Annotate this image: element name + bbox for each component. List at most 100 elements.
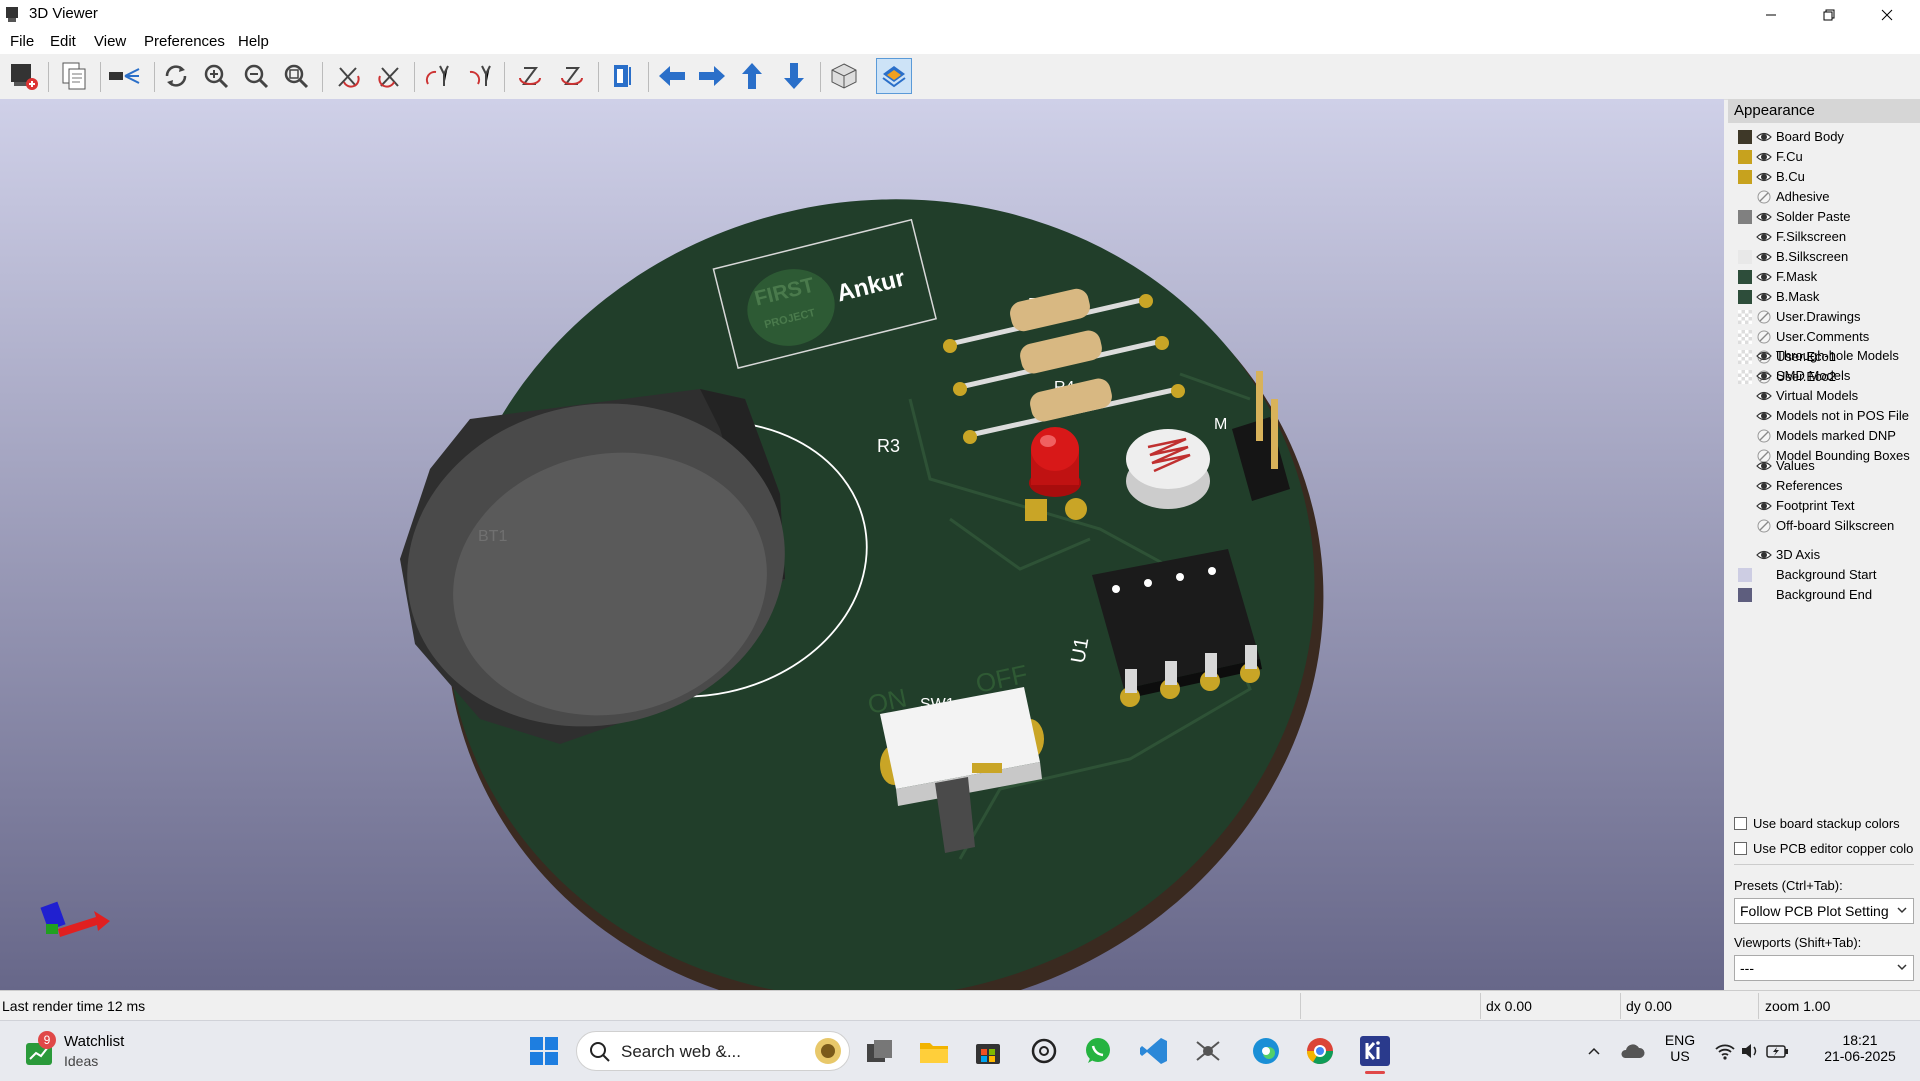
eye-hidden-icon[interactable] [1756, 329, 1772, 345]
color-swatch[interactable] [1738, 270, 1752, 284]
layer-row[interactable]: B.Silkscreen [1738, 247, 1918, 266]
whatsapp-button[interactable] [1080, 1033, 1116, 1069]
close-button[interactable] [1858, 0, 1916, 30]
color-swatch[interactable] [1738, 290, 1752, 304]
stackup-colors-checkbox[interactable] [1734, 817, 1747, 830]
restore-button[interactable] [1800, 0, 1858, 30]
system-tray-status[interactable] [1714, 1033, 1790, 1069]
eye-hidden-icon[interactable] [1756, 189, 1772, 205]
app-button[interactable] [1190, 1033, 1226, 1069]
eye-hidden-icon[interactable] [1756, 518, 1772, 534]
color-swatch[interactable] [1738, 330, 1752, 344]
orthographic-button[interactable] [826, 58, 862, 94]
layer-row[interactable]: Adhesive [1738, 187, 1918, 206]
color-swatch[interactable] [1738, 150, 1752, 164]
chrome-button[interactable] [1302, 1033, 1338, 1069]
eye-icon[interactable] [1756, 547, 1772, 563]
pan-left-button[interactable] [654, 58, 690, 94]
onedrive-button[interactable] [1614, 1033, 1650, 1069]
layers-manager-button[interactable] [876, 58, 912, 94]
zoom-fit-button[interactable] [278, 58, 314, 94]
flip-board-button[interactable] [604, 58, 640, 94]
taskbar-search[interactable]: Search web &... [576, 1031, 850, 1071]
color-swatch[interactable] [1738, 230, 1752, 244]
pan-up-button[interactable] [734, 58, 770, 94]
color-swatch[interactable] [1738, 250, 1752, 264]
layer-row[interactable]: F.Mask [1738, 267, 1918, 286]
raytrace-button[interactable] [106, 58, 142, 94]
show-hidden-icons-button[interactable] [1576, 1033, 1612, 1069]
layer-row[interactable]: Values [1738, 456, 1918, 475]
layer-row[interactable]: References [1738, 476, 1918, 495]
eye-icon[interactable] [1756, 348, 1772, 364]
chatgpt-button[interactable] [1026, 1033, 1062, 1069]
layer-row[interactable]: Background Start [1738, 565, 1918, 584]
layer-row[interactable]: SMD Models [1738, 366, 1918, 385]
eye-icon[interactable] [1756, 269, 1772, 285]
color-swatch[interactable] [1738, 170, 1752, 184]
layer-row[interactable]: Solder Paste [1738, 207, 1918, 226]
layer-row[interactable]: B.Cu [1738, 167, 1918, 186]
layer-row[interactable]: Models marked DNP [1738, 426, 1918, 445]
rotate-y-ccw-button[interactable] [462, 58, 498, 94]
pan-right-button[interactable] [694, 58, 730, 94]
color-swatch[interactable] [1738, 588, 1752, 602]
layer-row[interactable]: Off-board Silkscreen [1738, 516, 1918, 535]
eye-hidden-icon[interactable] [1756, 428, 1772, 444]
color-swatch[interactable] [1738, 568, 1752, 582]
layer-row[interactable]: 3D Axis [1738, 545, 1918, 564]
color-swatch[interactable] [1738, 310, 1752, 324]
eye-icon[interactable] [1756, 149, 1772, 165]
menu-preferences[interactable]: Preferences [144, 33, 225, 50]
color-swatch[interactable] [1738, 210, 1752, 224]
minimize-button[interactable] [1742, 0, 1800, 30]
clock[interactable]: 18:21 21-06-2025 [1812, 1031, 1908, 1071]
color-swatch[interactable] [1738, 130, 1752, 144]
eye-icon[interactable] [1756, 289, 1772, 305]
edge-button[interactable] [1248, 1033, 1284, 1069]
vscode-button[interactable] [1136, 1033, 1172, 1069]
layer-row[interactable]: User.Comments [1738, 327, 1918, 346]
copy-image-button[interactable] [56, 58, 92, 94]
layer-row[interactable]: F.Cu [1738, 147, 1918, 166]
eye-hidden-icon[interactable] [1756, 309, 1772, 325]
file-explorer-button[interactable] [916, 1033, 952, 1069]
reload-board-button[interactable] [6, 58, 42, 94]
layer-row[interactable]: Virtual Models [1738, 386, 1918, 405]
layer-row[interactable]: Background End [1738, 585, 1918, 604]
ms-store-button[interactable] [970, 1033, 1006, 1069]
eye-icon[interactable] [1756, 478, 1772, 494]
menu-edit[interactable]: Edit [50, 33, 76, 50]
language-indicator[interactable]: ENG US [1654, 1031, 1706, 1071]
rotate-z-cw-button[interactable] [512, 58, 548, 94]
rotate-y-cw-button[interactable] [420, 58, 456, 94]
eye-icon[interactable] [1756, 388, 1772, 404]
layer-row[interactable]: Footprint Text [1738, 496, 1918, 515]
rotate-x-cw-button[interactable] [330, 58, 366, 94]
eye-icon[interactable] [1756, 498, 1772, 514]
rotate-x-ccw-button[interactable] [372, 58, 408, 94]
layer-row[interactable]: Board Body [1738, 127, 1918, 146]
refresh-button[interactable] [158, 58, 194, 94]
rotate-z-ccw-button[interactable] [554, 58, 590, 94]
layer-row[interactable]: F.Silkscreen [1738, 227, 1918, 246]
layer-row[interactable]: Models not in POS File [1738, 406, 1918, 425]
eye-icon[interactable] [1756, 129, 1772, 145]
menu-help[interactable]: Help [238, 33, 269, 50]
layer-row[interactable]: Through-hole Models [1738, 346, 1918, 365]
eye-icon[interactable] [1756, 209, 1772, 225]
kicad-button[interactable] [1357, 1033, 1393, 1074]
eye-icon[interactable] [1756, 169, 1772, 185]
menu-view[interactable]: View [94, 33, 126, 50]
viewports-dropdown[interactable]: --- [1734, 955, 1914, 981]
zoom-in-button[interactable] [198, 58, 234, 94]
eye-icon[interactable] [1756, 229, 1772, 245]
layer-row[interactable]: User.Drawings [1738, 307, 1918, 326]
zoom-out-button[interactable] [238, 58, 274, 94]
layer-row[interactable]: B.Mask [1738, 287, 1918, 306]
pcb-copper-colors-checkbox[interactable] [1734, 842, 1747, 855]
eye-icon[interactable] [1756, 408, 1772, 424]
watchlist-widget[interactable]: 9 Watchlist Ideas [22, 1031, 152, 1071]
eye-icon[interactable] [1756, 249, 1772, 265]
eye-icon[interactable] [1756, 458, 1772, 474]
